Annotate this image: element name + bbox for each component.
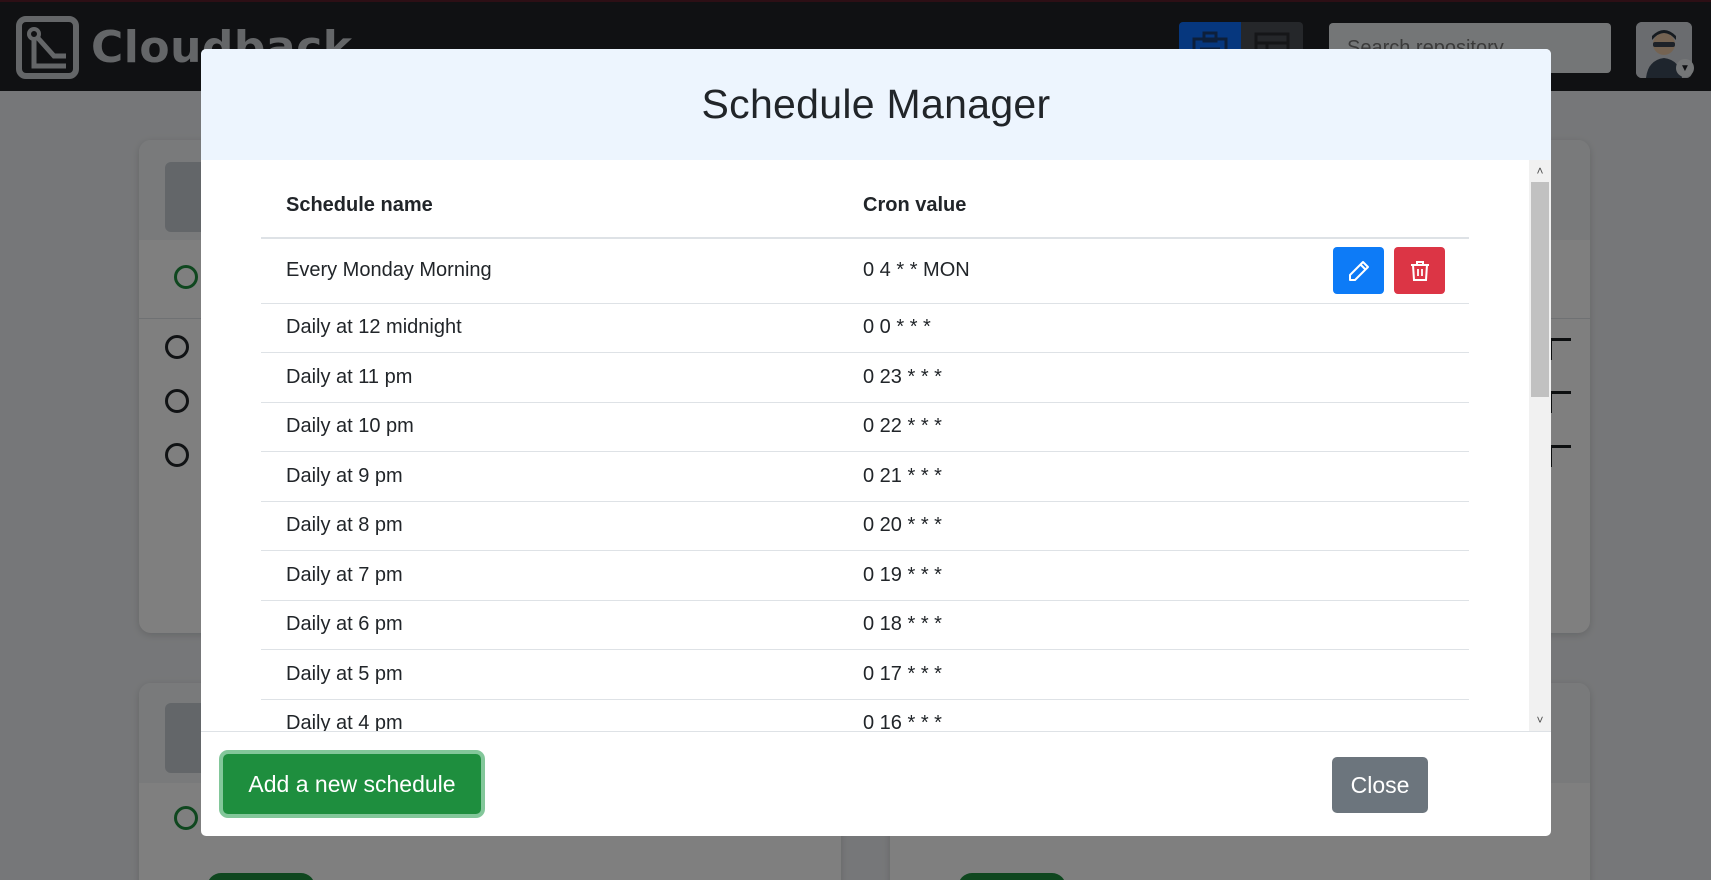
table-row[interactable]: Daily at 9 pm 0 21 * * * xyxy=(261,451,1469,502)
scroll-up-icon[interactable]: ˄ xyxy=(1529,162,1551,180)
row-actions xyxy=(1293,600,1469,650)
schedule-name-cell: Daily at 8 pm xyxy=(261,501,863,551)
cron-value-cell: 0 17 * * * xyxy=(863,649,1293,700)
cron-value-cell: 0 21 * * * xyxy=(863,451,1293,502)
table-row[interactable]: Daily at 7 pm 0 19 * * * xyxy=(261,550,1469,601)
add-schedule-button[interactable]: Add a new schedule xyxy=(223,754,481,814)
schedule-table: Schedule name Cron value Every Monday Mo… xyxy=(261,160,1469,731)
row-actions xyxy=(1293,402,1469,452)
schedule-table-wrapper: Schedule name Cron value Every Monday Mo… xyxy=(261,160,1469,731)
cron-value-cell: 0 0 * * * xyxy=(863,303,1293,353)
row-actions xyxy=(1293,238,1469,304)
cron-value-cell: 0 16 * * * xyxy=(863,699,1293,731)
cron-value-cell: 0 18 * * * xyxy=(863,600,1293,650)
table-row[interactable]: Daily at 11 pm 0 23 * * * xyxy=(261,352,1469,403)
schedule-name-cell: Daily at 9 pm xyxy=(261,451,863,502)
delete-schedule-button[interactable] xyxy=(1394,247,1445,295)
cron-value-cell: 0 4 * * MON xyxy=(863,238,1293,304)
schedule-name-cell: Daily at 6 pm xyxy=(261,600,863,650)
row-actions xyxy=(1293,352,1469,403)
row-actions xyxy=(1293,550,1469,601)
schedule-name-cell: Daily at 12 midnight xyxy=(261,303,863,353)
row-actions xyxy=(1293,649,1469,700)
scrollbar-thumb[interactable] xyxy=(1531,182,1549,397)
pencil-icon xyxy=(1348,260,1369,281)
table-row[interactable]: Daily at 5 pm 0 17 * * * xyxy=(261,649,1469,700)
cron-value-cell: 0 23 * * * xyxy=(863,352,1293,403)
row-actions xyxy=(1293,451,1469,502)
schedule-name-cell: Every Monday Morning xyxy=(261,238,863,304)
scroll-down-icon[interactable]: ˅ xyxy=(1529,711,1551,729)
row-actions xyxy=(1293,303,1469,353)
modal-header: Schedule Manager xyxy=(201,49,1551,160)
trash-icon xyxy=(1410,260,1429,281)
column-header-actions xyxy=(1293,160,1469,239)
edit-schedule-button[interactable] xyxy=(1333,247,1384,295)
column-header-schedule-name: Schedule name xyxy=(261,160,863,239)
cron-value-cell: 0 22 * * * xyxy=(863,402,1293,452)
modal-body: Schedule name Cron value Every Monday Mo… xyxy=(201,160,1551,731)
table-row[interactable]: Daily at 12 midnight 0 0 * * * xyxy=(261,303,1469,353)
column-header-cron-value: Cron value xyxy=(863,160,1293,239)
table-row[interactable]: Every Monday Morning 0 4 * * MON xyxy=(261,238,1469,304)
cron-value-cell: 0 19 * * * xyxy=(863,550,1293,601)
schedule-name-cell: Daily at 4 pm xyxy=(261,699,863,731)
close-button[interactable]: Close xyxy=(1332,757,1428,813)
cron-value-cell: 0 20 * * * xyxy=(863,501,1293,551)
row-actions xyxy=(1293,699,1469,731)
table-row[interactable]: Daily at 4 pm 0 16 * * * xyxy=(261,699,1469,731)
table-row[interactable]: Daily at 8 pm 0 20 * * * xyxy=(261,501,1469,551)
table-row[interactable]: Daily at 6 pm 0 18 * * * xyxy=(261,600,1469,650)
schedule-manager-modal: Schedule Manager Schedule name Cron valu… xyxy=(201,49,1551,836)
schedule-name-cell: Daily at 11 pm xyxy=(261,352,863,403)
table-header-row: Schedule name Cron value xyxy=(261,160,1469,239)
modal-footer: Add a new schedule Close xyxy=(201,731,1551,836)
modal-title: Schedule Manager xyxy=(701,81,1051,127)
schedule-name-cell: Daily at 10 pm xyxy=(261,402,863,452)
table-row[interactable]: Daily at 10 pm 0 22 * * * xyxy=(261,402,1469,452)
vertical-scrollbar[interactable]: ˄ ˅ xyxy=(1529,160,1551,731)
schedule-name-cell: Daily at 7 pm xyxy=(261,550,863,601)
schedule-name-cell: Daily at 5 pm xyxy=(261,649,863,700)
row-actions xyxy=(1293,501,1469,551)
